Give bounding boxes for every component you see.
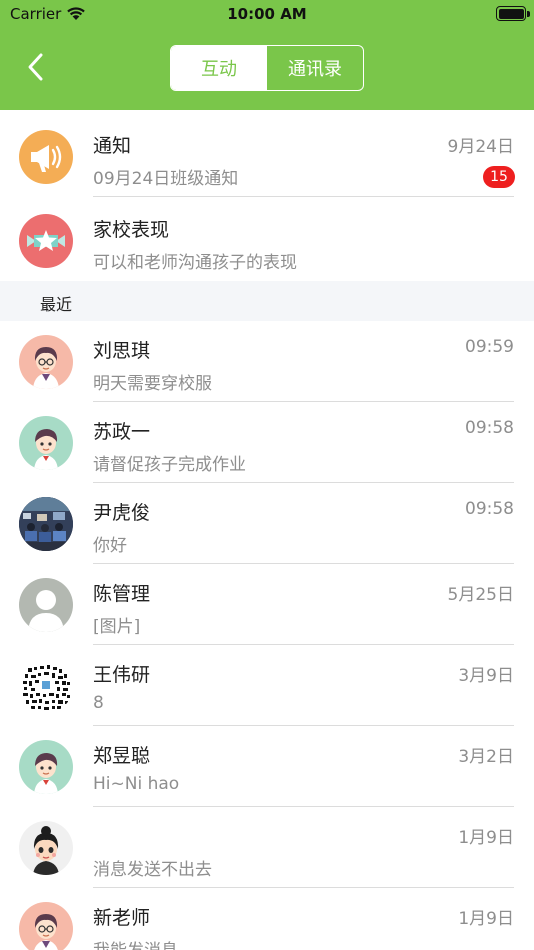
recent-section-header: 最近	[0, 281, 534, 321]
default-person-avatar	[19, 578, 73, 632]
conversation-time: 09:58	[465, 499, 514, 519]
conversation-preview: 消息发送不出去	[93, 860, 212, 880]
conversation-preview: 明天需要穿校服	[93, 374, 212, 394]
conversation-row[interactable]: 刘思琪 明天需要穿校服 09:59	[0, 321, 534, 402]
conversation-preview: Hi~Ni hao	[93, 774, 180, 794]
conversation-preview: 09月24日班级通知	[93, 169, 239, 189]
conversation-row[interactable]: 苏政一 请督促孩子完成作业 09:58	[0, 402, 534, 483]
star-ribbon-icon	[19, 214, 73, 268]
conversation-time: 09:58	[465, 418, 514, 438]
conversation-time: 5月25日	[447, 585, 514, 605]
conversation-time: 9月24日	[447, 137, 514, 157]
conversation-row[interactable]: 尹虎俊 你好 09:58	[0, 483, 534, 564]
classroom-photo-avatar	[19, 497, 73, 551]
conversation-name: 通知	[93, 135, 132, 157]
megaphone-icon	[19, 130, 73, 184]
conversation-name: 刘思琪	[93, 340, 151, 362]
segmented-control: 互动 通讯录	[170, 45, 364, 91]
tab-interaction[interactable]: 互动	[171, 46, 267, 90]
conversation-preview: [图片]	[93, 617, 141, 637]
conversation-name: 尹虎俊	[93, 502, 151, 524]
student-boy-avatar	[19, 740, 73, 794]
status-time: 10:00 AM	[227, 5, 307, 23]
nav-header: Carrier 10:00 AM 互动 通讯录	[0, 0, 534, 110]
conversation-name: 家校表现	[93, 219, 170, 241]
status-bar: Carrier 10:00 AM	[0, 0, 534, 28]
conversation-row[interactable]: 消息发送不出去 1月9日	[0, 807, 534, 888]
qr-code-avatar	[19, 659, 73, 713]
conversation-name: 郑昱聪	[93, 745, 151, 767]
behavior-row[interactable]: 家校表现 可以和老师沟通孩子的表现	[0, 200, 534, 281]
unread-badge: 15	[483, 166, 515, 188]
section-title: 最近	[40, 295, 73, 314]
conversation-name: 苏政一	[93, 421, 151, 443]
notice-row[interactable]: 通知 09月24日班级通知 9月24日 15	[0, 116, 534, 197]
conversation-preview: 我能发消息	[93, 936, 178, 950]
tab-contacts[interactable]: 通讯录	[267, 46, 363, 90]
teacher-female-avatar	[19, 902, 73, 950]
conversation-preview: 请督促孩子完成作业	[93, 455, 246, 475]
conversation-name: 王伟研	[93, 664, 151, 686]
conversation-time: 09:59	[465, 337, 514, 357]
conversation-time: 1月9日	[458, 828, 514, 848]
conversation-time: 3月9日	[458, 666, 514, 686]
conversation-name: 新老师	[93, 907, 151, 929]
conversation-row[interactable]: 陈管理 [图片] 5月25日	[0, 564, 534, 645]
student-boy-avatar	[19, 416, 73, 470]
battery-icon	[496, 6, 526, 21]
conversation-time: 1月9日	[458, 909, 514, 929]
conversation-preview: 可以和老师沟通孩子的表现	[93, 253, 297, 273]
cartoon-girl-avatar	[19, 821, 73, 875]
row-divider	[93, 196, 514, 197]
conversation-name: 陈管理	[93, 583, 151, 605]
conversation-preview: 你好	[93, 536, 127, 556]
conversation-row[interactable]: 新老师 我能发消息 1月9日	[0, 888, 534, 950]
conversation-preview: 8	[93, 693, 104, 713]
teacher-female-avatar	[19, 335, 73, 389]
conversation-row[interactable]: 郑昱聪 Hi~Ni hao 3月2日	[0, 726, 534, 807]
conversation-time: 3月2日	[458, 747, 514, 767]
back-chevron-icon[interactable]	[22, 52, 52, 82]
battery-tip	[527, 11, 530, 17]
conversation-row[interactable]: 王伟研 8 3月9日	[0, 645, 534, 726]
